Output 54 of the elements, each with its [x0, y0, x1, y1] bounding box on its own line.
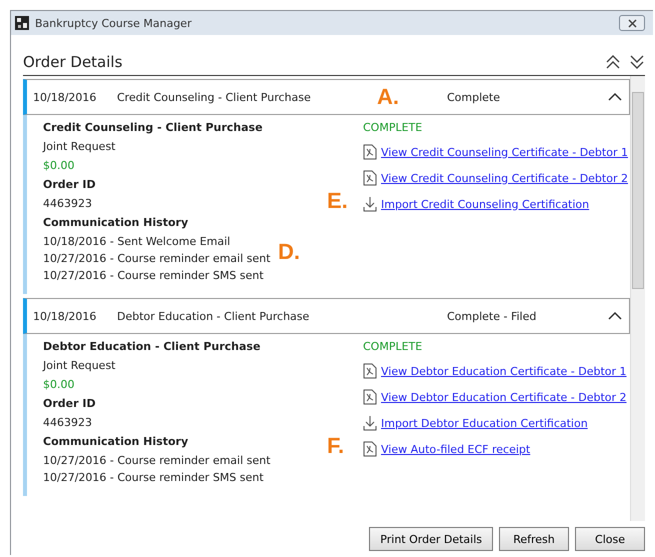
footer-button[interactable]: Refresh [499, 527, 569, 551]
document-link[interactable]: View Debtor Education Certificate - Debtor 1 [381, 364, 627, 378]
app-logo-icon [15, 16, 29, 30]
document-link[interactable]: Import Debtor Education Certification [381, 416, 588, 430]
document-link[interactable]: View Auto-filed ECF receipt [381, 442, 530, 456]
history-entry: 10/18/2016 - Sent Welcome Email [43, 235, 230, 248]
order-id: 4463923 [43, 197, 92, 210]
document-link[interactable]: Import Credit Counseling Certification [381, 198, 590, 210]
callout-letter: D. [278, 239, 300, 265]
callout-letter: A. [377, 84, 399, 110]
document-link[interactable]: View Debtor Education Certificate - Debtor 2 [381, 390, 627, 404]
history-entry: 10/27/2016 - Course reminder email sent [43, 454, 270, 467]
history-label: Communication History [43, 216, 188, 229]
close-icon [628, 18, 636, 28]
page-heading: Order Details [23, 53, 124, 71]
history-entry: 10/27/2016 - Course reminder email sent [43, 252, 270, 265]
order-status: Complete - Filed [447, 310, 538, 322]
document-link[interactable]: View Credit Counseling Certificate - Debtor 1 [381, 146, 628, 158]
order-date: 10/18/2016 [33, 310, 98, 322]
completion-status: COMPLETE [363, 340, 424, 353]
order-name: Debtor Education - Client Purchase [43, 340, 260, 353]
order-title: Credit Counseling - Client Purchase [117, 90, 312, 104]
history-label: Communication History [43, 435, 188, 448]
order-price: $0.00 [43, 159, 74, 172]
window-title: Bankruptcy Course Manager [35, 16, 193, 30]
request-type: Joint Request [43, 140, 116, 153]
download-icon [363, 415, 377, 431]
footer-button[interactable]: Print Order Details [369, 527, 493, 551]
order-name: Credit Counseling - Client Purchase [43, 121, 263, 134]
document-icon [363, 363, 377, 379]
document-icon [363, 144, 377, 160]
document-link[interactable]: View Credit Counseling Certificate - Debtor 2 [381, 172, 628, 184]
order-id-label: Order ID [43, 397, 96, 410]
request-type: Joint Request [43, 359, 116, 372]
history-entry: 10/27/2016 - Course reminder SMS sent [43, 471, 264, 484]
callout-letter: F. [327, 433, 344, 459]
order-title: Debtor Education - Client Purchase [117, 310, 310, 322]
footer-button[interactable]: Close [575, 527, 645, 551]
completion-status: COMPLETE [363, 121, 424, 134]
order-price: $0.00 [43, 378, 74, 391]
order-status: Complete [447, 90, 502, 104]
expand-all-icon[interactable] [629, 54, 645, 70]
document-icon [363, 389, 377, 405]
scrollbar[interactable] [630, 76, 645, 521]
collapse-all-icon[interactable] [605, 54, 621, 70]
callout-letter: E. [327, 188, 348, 214]
document-icon [363, 441, 377, 457]
order-id-label: Order ID [43, 178, 96, 191]
close-button[interactable] [619, 15, 645, 31]
download-icon [363, 196, 377, 212]
order-date: 10/18/2016 [33, 90, 98, 104]
document-icon [363, 170, 377, 186]
history-entry: 10/27/2016 - Course reminder SMS sent [43, 269, 264, 282]
order-id: 4463923 [43, 416, 92, 429]
